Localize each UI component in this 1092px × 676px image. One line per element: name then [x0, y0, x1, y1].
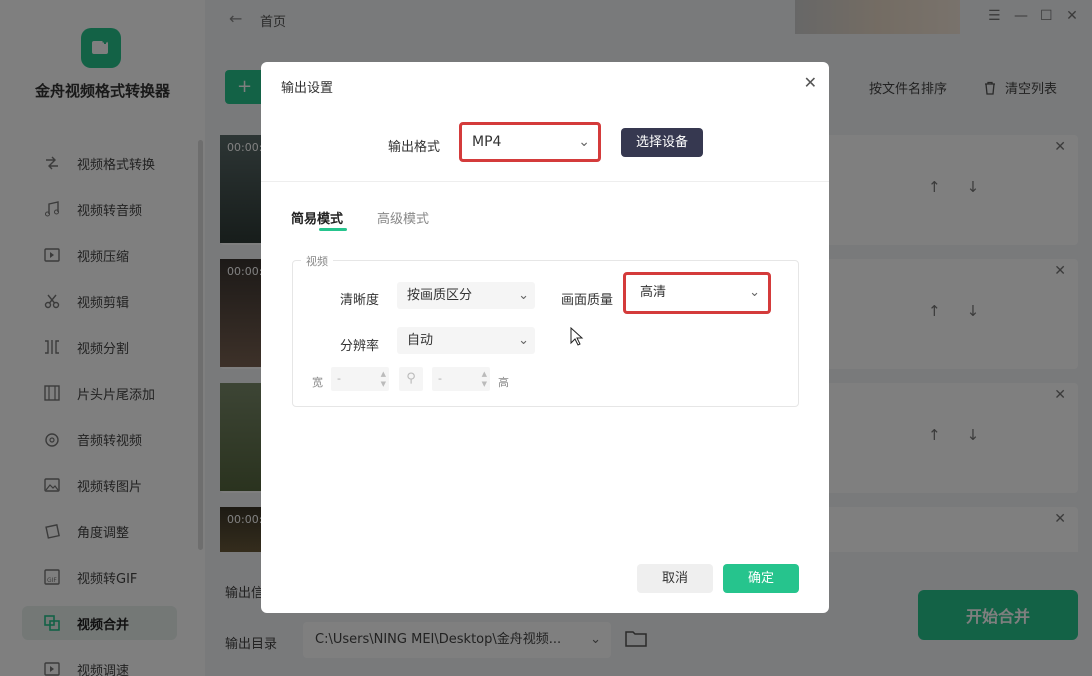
output-settings-dialog: 输出设置 ✕ 输出格式 MP4 ⌄ 选择设备 简易模式 高级模式 视频 清晰度 …	[261, 62, 829, 613]
mouse-cursor-icon	[570, 326, 584, 351]
confirm-button[interactable]: 确定	[723, 564, 799, 593]
active-tab-indicator	[319, 228, 347, 231]
quality-select[interactable]: 高清 ⌄	[623, 272, 771, 314]
resolution-select[interactable]: 自动 ⌄	[397, 327, 535, 354]
chevron-down-icon: ⌄	[518, 333, 529, 348]
clarity-label: 清晰度	[340, 293, 380, 308]
quality-label: 画面质量	[561, 293, 614, 308]
width-value: -	[337, 372, 341, 385]
clarity-select[interactable]: 按画质区分 ⌄	[397, 282, 535, 309]
output-format-select[interactable]: MP4 ⌄	[459, 122, 601, 162]
close-icon[interactable]: ✕	[804, 73, 817, 92]
tab-simple-mode[interactable]: 简易模式	[291, 208, 343, 227]
stepper-arrows-icon[interactable]: ▲ ▼	[482, 369, 487, 389]
width-stepper[interactable]: - ▲ ▼	[331, 367, 389, 391]
clarity-value: 按画质区分	[407, 288, 473, 303]
divider	[261, 181, 829, 182]
video-section-label: 视频	[301, 253, 333, 269]
height-label: 高	[498, 376, 509, 389]
stepper-arrows-icon[interactable]: ▲ ▼	[381, 369, 386, 389]
resolution-label: 分辨率	[340, 339, 380, 354]
height-stepper[interactable]: - ▲ ▼	[432, 367, 490, 391]
cancel-button[interactable]: 取消	[637, 564, 713, 593]
height-value: -	[438, 372, 442, 385]
chevron-down-icon: ⌄	[749, 285, 760, 300]
chevron-down-icon: ⌄	[518, 288, 529, 303]
width-label: 宽	[312, 376, 323, 389]
link-aspect-icon[interactable]: ⚲	[399, 367, 423, 391]
dialog-title: 输出设置	[281, 81, 334, 96]
tab-advanced-mode[interactable]: 高级模式	[377, 208, 429, 227]
quality-value: 高清	[640, 285, 667, 300]
chevron-down-icon: ⌄	[578, 134, 590, 150]
output-format-label: 输出格式	[388, 140, 441, 155]
select-device-button[interactable]: 选择设备	[621, 128, 703, 157]
output-format-value: MP4	[472, 134, 502, 150]
resolution-value: 自动	[407, 333, 434, 348]
